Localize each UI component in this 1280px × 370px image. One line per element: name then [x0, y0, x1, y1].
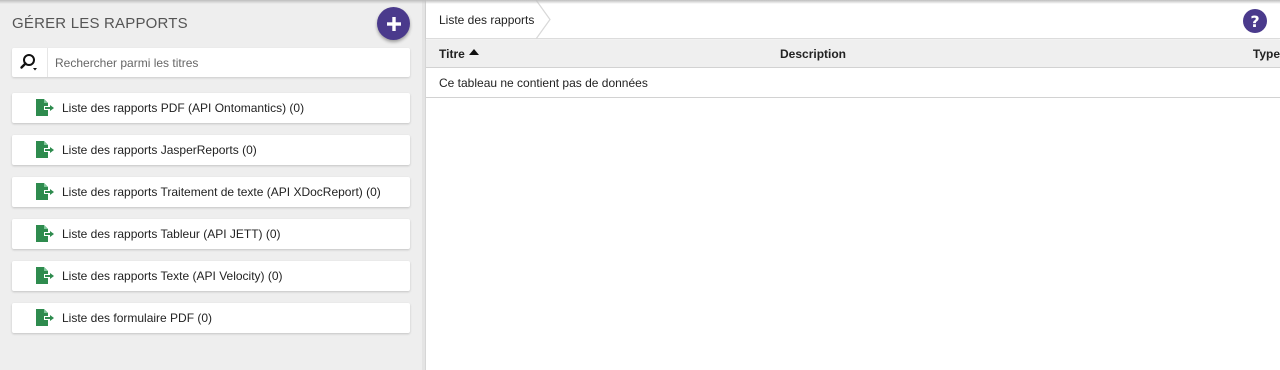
- file-export-icon: [12, 225, 62, 243]
- main-panel: Liste des rapports ? Titre Description T…: [426, 0, 1280, 370]
- column-header-label: Type: [1252, 46, 1280, 61]
- file-export-icon: [12, 309, 62, 327]
- sidebar: GÉRER LES RAPPORTS Liste des rapports PD…: [0, 0, 422, 370]
- breadcrumb-label: Liste des rapports: [439, 12, 535, 27]
- report-list-item-label: Liste des formulaire PDF (0): [62, 311, 213, 325]
- plus-icon: [386, 16, 401, 31]
- report-list: Liste des rapports PDF (API Ontomantics)…: [12, 93, 410, 345]
- report-list-item-label: Liste des rapports PDF (API Ontomantics)…: [62, 101, 305, 115]
- table-empty-message: Ce tableau ne contient pas de données: [426, 68, 1280, 98]
- breadcrumb-item-report-list[interactable]: Liste des rapports: [426, 0, 550, 39]
- search-options-button[interactable]: [12, 48, 48, 77]
- report-list-item-pdf-forms[interactable]: Liste des formulaire PDF (0): [12, 303, 410, 333]
- help-icon: ?: [1250, 11, 1260, 31]
- report-list-item-label: Liste des rapports JasperReports (0): [62, 143, 257, 157]
- report-list-item-jasperreports[interactable]: Liste des rapports JasperReports (0): [12, 135, 410, 165]
- search-box: [12, 48, 410, 77]
- help-button[interactable]: ?: [1243, 9, 1267, 33]
- breadcrumb: Liste des rapports ?: [426, 0, 1280, 39]
- breadcrumb-separator: [535, 0, 551, 39]
- table-header: Titre Description Type: [426, 40, 1280, 68]
- report-list-item-xdocreport[interactable]: Liste des rapports Traitement de texte (…: [12, 177, 410, 207]
- top-shadow: [0, 0, 1280, 4]
- file-export-icon: [12, 267, 62, 285]
- column-header-title[interactable]: Titre: [439, 40, 479, 67]
- search-icon: [19, 53, 37, 70]
- add-report-button[interactable]: [377, 7, 410, 40]
- report-list-item-jett[interactable]: Liste des rapports Tableur (API JETT) (0…: [12, 219, 410, 249]
- column-header-label: Description: [780, 46, 847, 61]
- column-header-description[interactable]: Description: [780, 40, 846, 67]
- column-header-type[interactable]: Type: [1253, 40, 1280, 67]
- column-header-label: Titre: [439, 46, 465, 61]
- report-list-item-pdf-ontomantics[interactable]: Liste des rapports PDF (API Ontomantics)…: [12, 93, 410, 123]
- sidebar-title: GÉRER LES RAPPORTS: [12, 15, 188, 32]
- file-export-icon: [12, 141, 62, 159]
- search-input[interactable]: [48, 49, 388, 76]
- report-list-item-label: Liste des rapports Texte (API Velocity) …: [62, 269, 283, 283]
- file-export-icon: [12, 99, 62, 117]
- file-export-icon: [12, 183, 62, 201]
- report-list-item-velocity[interactable]: Liste des rapports Texte (API Velocity) …: [12, 261, 410, 291]
- report-list-item-label: Liste des rapports Tableur (API JETT) (0…: [62, 227, 281, 241]
- sort-ascending-icon: [468, 48, 479, 55]
- report-list-item-label: Liste des rapports Traitement de texte (…: [62, 185, 381, 199]
